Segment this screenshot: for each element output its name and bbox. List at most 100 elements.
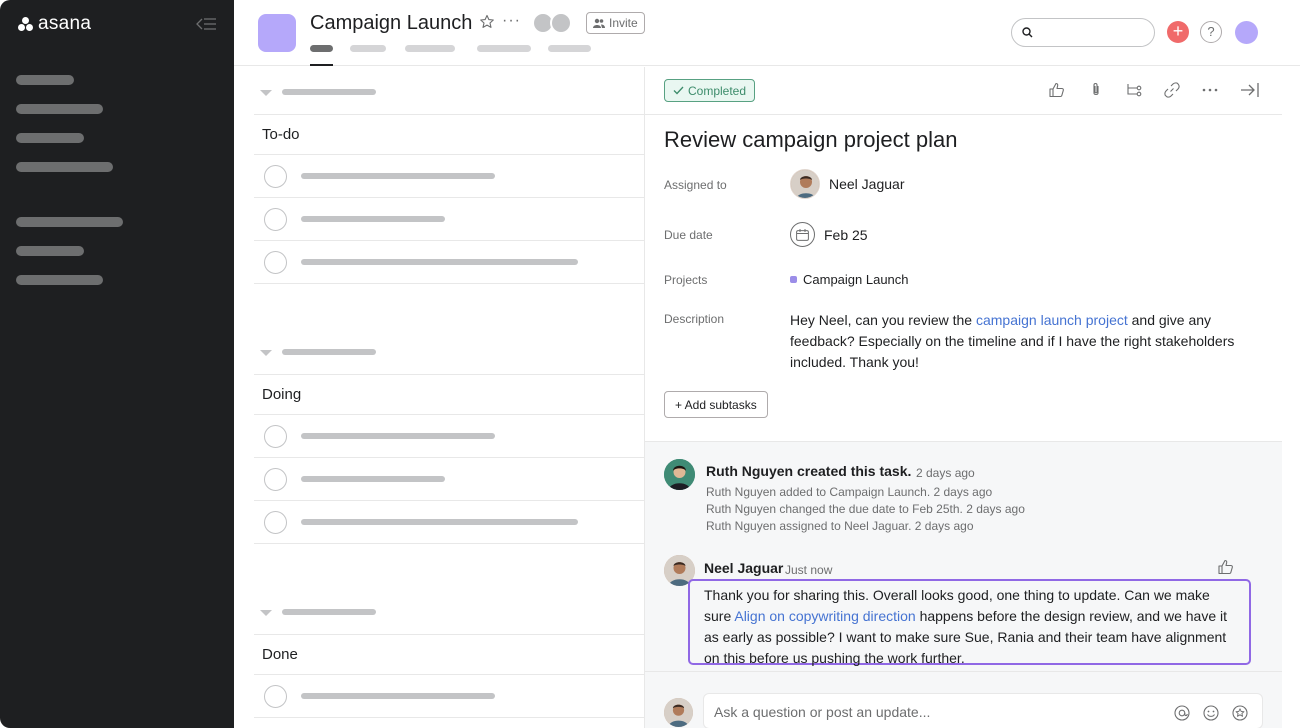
description-before: Hey Neel, can you review the <box>790 312 976 328</box>
tab[interactable] <box>405 45 455 52</box>
completed-button[interactable]: Completed <box>664 79 756 102</box>
quick-add-button[interactable]: + <box>1167 21 1189 43</box>
activity-creator-time: 2 days ago <box>916 466 975 480</box>
add-subtasks-button[interactable]: + Add subtasks <box>664 391 768 418</box>
activity-creator-line: Ruth Nguyen created this task. <box>706 463 912 479</box>
task-detail-pane: Completed Review campaign project plan A… <box>644 67 1282 728</box>
link-icon[interactable] <box>1163 81 1181 99</box>
task-list: To-do Doing Done <box>234 67 644 728</box>
section-header-placeholder <box>282 609 376 615</box>
mention-icon[interactable] <box>1173 704 1191 722</box>
subtask-icon[interactable] <box>1125 81 1143 99</box>
section-header-placeholder <box>282 89 376 95</box>
more-actions-icon[interactable] <box>1201 81 1219 99</box>
comment-like-icon[interactable] <box>1217 558 1235 576</box>
collapse-sidebar-icon[interactable] <box>195 16 217 32</box>
caret-down-icon <box>260 90 272 96</box>
sidebar-item[interactable] <box>16 104 103 114</box>
more-options-icon[interactable]: ··· <box>502 12 521 30</box>
assigned-to-label: Assigned to <box>664 178 727 192</box>
emoji-icon[interactable] <box>1202 704 1220 722</box>
check-circle-icon[interactable] <box>264 511 287 534</box>
task-placeholder <box>301 693 495 699</box>
comment-author[interactable]: Neel Jaguar <box>704 560 783 576</box>
list-item[interactable] <box>254 415 644 458</box>
comment-placeholder: Ask a question or post an update... <box>714 704 931 720</box>
due-date-label: Due date <box>664 228 713 242</box>
sidebar-item[interactable] <box>16 133 84 143</box>
asana-logo[interactable]: asana <box>18 13 91 35</box>
project-header: Campaign Launch ··· Invite + ? <box>234 0 1300 66</box>
sidebar-item[interactable] <box>16 75 74 85</box>
list-item[interactable] <box>254 198 644 241</box>
task-placeholder <box>301 519 578 525</box>
attachment-icon[interactable] <box>1087 81 1105 99</box>
sidebar-item[interactable] <box>16 162 113 172</box>
check-circle-icon[interactable] <box>264 165 287 188</box>
completed-label: Completed <box>688 83 747 98</box>
sidebar-item[interactable] <box>16 275 103 285</box>
search-input[interactable] <box>1011 18 1155 47</box>
comment-task-link[interactable]: Align on copywriting direction <box>734 608 915 624</box>
comment-input[interactable]: Ask a question or post an update... <box>703 693 1263 728</box>
caret-down-icon <box>260 610 272 616</box>
checkmark-icon <box>673 86 684 95</box>
tab[interactable] <box>350 45 386 52</box>
detail-toolbar: Completed <box>645 67 1282 115</box>
section-title-doing[interactable]: Doing <box>254 374 644 415</box>
list-item[interactable] <box>254 241 644 284</box>
tab[interactable] <box>548 45 591 52</box>
tab[interactable] <box>477 45 531 52</box>
task-placeholder <box>301 433 495 439</box>
invite-label: Invite <box>609 16 638 30</box>
member-avatar[interactable] <box>550 12 572 34</box>
task-placeholder <box>301 476 445 482</box>
activity-feed: Ruth Nguyen created this task. 2 days ag… <box>645 441 1282 671</box>
tab-overview[interactable] <box>310 45 333 52</box>
sidebar-item[interactable] <box>16 217 123 227</box>
project-title: Campaign Launch <box>310 12 473 34</box>
project-tag[interactable]: Campaign Launch <box>790 272 909 287</box>
comment-composer-area: Ask a question or post an update... <box>645 671 1282 728</box>
appreciation-star-icon[interactable] <box>1231 704 1249 722</box>
brand-name: asana <box>38 13 92 34</box>
section-title-todo[interactable]: To-do <box>254 114 644 155</box>
project-color-dot <box>790 276 797 283</box>
caret-down-icon <box>260 350 272 356</box>
check-circle-icon[interactable] <box>264 425 287 448</box>
check-circle-icon[interactable] <box>264 251 287 274</box>
help-button[interactable]: ? <box>1200 21 1222 43</box>
section-title-done[interactable]: Done <box>254 634 644 675</box>
creator-avatar[interactable] <box>664 459 695 490</box>
active-tab-indicator <box>310 64 333 66</box>
search-icon <box>1022 27 1033 38</box>
list-item[interactable] <box>254 155 644 198</box>
check-circle-icon[interactable] <box>264 685 287 708</box>
list-item[interactable] <box>254 458 644 501</box>
sidebar-item[interactable] <box>16 246 84 256</box>
close-pane-icon[interactable] <box>1240 81 1259 99</box>
task-placeholder <box>301 259 578 265</box>
projects-label: Projects <box>664 273 708 287</box>
star-icon[interactable] <box>479 14 495 30</box>
project-icon <box>258 14 296 52</box>
assignee-name: Neel Jaguar <box>829 176 905 192</box>
asana-logo-icon <box>18 17 34 31</box>
description-text[interactable]: Hey Neel, can you review the campaign la… <box>790 310 1250 373</box>
task-title[interactable]: Review campaign project plan <box>664 127 958 153</box>
sidebar: asana <box>0 0 234 728</box>
comment-text[interactable]: Thank you for sharing this. Overall look… <box>688 579 1251 666</box>
list-item[interactable] <box>254 675 644 718</box>
check-circle-icon[interactable] <box>264 468 287 491</box>
list-item[interactable] <box>254 501 644 544</box>
project-name: Campaign Launch <box>803 272 909 287</box>
invite-button[interactable]: Invite <box>586 12 645 34</box>
user-avatar[interactable] <box>1235 21 1258 44</box>
check-circle-icon[interactable] <box>264 208 287 231</box>
current-user-avatar <box>664 698 693 727</box>
like-icon[interactable] <box>1048 81 1066 99</box>
assignee-field[interactable]: Neel Jaguar <box>790 169 905 199</box>
description-link[interactable]: campaign launch project <box>976 312 1128 328</box>
activity-line: Ruth Nguyen changed the due date to Feb … <box>706 502 1025 516</box>
due-date-field[interactable]: Feb 25 <box>790 222 868 247</box>
